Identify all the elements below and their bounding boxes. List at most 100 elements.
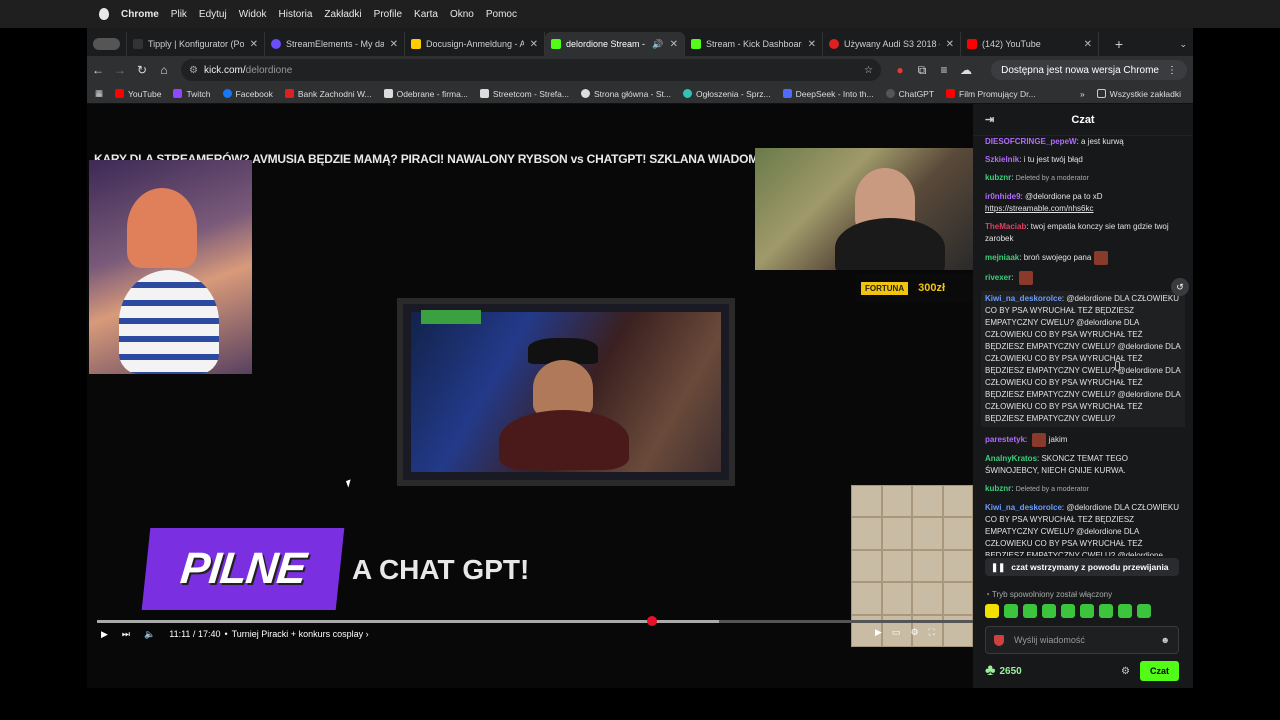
video-player[interactable]: KARY DLA STREAMERÓW? AVMUSIA BĘDZIE MAMĄ… (87, 104, 973, 688)
menu-karta[interactable]: Karta (414, 9, 438, 20)
emote-icon[interactable] (1018, 271, 1033, 285)
apps-grid-icon[interactable]: ▦ (95, 88, 103, 99)
extensions-puzzle-icon[interactable]: ⧉ (911, 63, 933, 78)
chat-username[interactable]: rivexer (985, 273, 1011, 282)
chat-username[interactable]: kubznr (985, 173, 1011, 182)
progress-bar[interactable] (97, 616, 973, 626)
bookmark-youtube[interactable]: YouTube (115, 89, 161, 99)
close-icon[interactable]: ✕ (808, 39, 816, 50)
profile-icon[interactable]: ☁ (955, 63, 977, 77)
extension-icon[interactable]: ● (889, 63, 911, 77)
volume-icon[interactable]: 🔈 (144, 629, 155, 640)
bookmark-bank[interactable]: Bank Zachodni W... (284, 89, 372, 99)
menu-widok[interactable]: Widok (239, 9, 267, 20)
emote-icon[interactable] (1137, 604, 1151, 618)
reload-icon[interactable]: ↻ (131, 63, 153, 77)
chat-username[interactable]: mejniaak (985, 253, 1019, 262)
media-control-icon[interactable]: ≡ (933, 63, 955, 77)
speaker-icon[interactable]: 🔊 (652, 39, 663, 50)
fullscreen-icon[interactable]: ⛶ (929, 627, 935, 638)
bookmark-deepseek[interactable]: DeepSeek - Into th... (782, 89, 874, 99)
tab-streamelements[interactable]: StreamElements - My das...✕ (265, 32, 405, 56)
menu-plik[interactable]: Plik (171, 9, 187, 20)
tab-search-icon[interactable]: ⌄ (1173, 32, 1193, 56)
close-icon[interactable]: ✕ (670, 39, 678, 50)
chat-messages[interactable]: DIESOFCRINGE_pepeW: a jest kurwą Szkieln… (973, 136, 1193, 556)
bookmark-film[interactable]: Film Promujący Dr... (946, 89, 1036, 99)
chat-username[interactable]: DIESOFCRINGE_pepeW (985, 137, 1077, 146)
chat-username[interactable]: Kiwi_na_deskorolce (985, 503, 1062, 512)
send-chat-button[interactable]: Czat (1139, 661, 1179, 681)
play-icon[interactable]: ▶ (101, 629, 108, 640)
menu-historia[interactable]: Historia (279, 9, 313, 20)
bookmark-chatgpt[interactable]: ChatGPT (885, 89, 934, 99)
update-chrome-button[interactable]: Dostępna jest nowa wersja Chrome ⋮ (991, 60, 1187, 80)
back-icon[interactable]: ← (87, 63, 109, 77)
chat-link[interactable]: https://streamable.com/nhs6kc (985, 204, 1094, 213)
bookmark-ogloszenia[interactable]: Ogłoszenia - Sprz... (683, 89, 771, 99)
next-icon[interactable]: ⏭ (122, 629, 130, 640)
chat-username[interactable]: AnalnyKratos (985, 454, 1037, 463)
tab-kick-dashboard[interactable]: Stream - Kick Dashboard ✕ (685, 32, 823, 56)
collapse-chat-icon[interactable]: ⇥ (985, 113, 994, 126)
tab-audi[interactable]: Używany Audi S3 2018 -... ✕ (823, 32, 961, 56)
bookmarks-overflow-icon[interactable]: » (1080, 89, 1085, 99)
apple-icon[interactable] (99, 8, 109, 20)
emote-icon[interactable] (1080, 604, 1094, 618)
chat-input[interactable]: Wyślij wiadomość ☻ (985, 626, 1179, 654)
bookmark-twitch[interactable]: Twitch (173, 89, 211, 99)
site-info-icon[interactable]: ⚙ (189, 65, 198, 76)
menu-okno[interactable]: Okno (450, 9, 474, 20)
all-bookmarks-folder[interactable]: Wszystkie zakładki (1096, 89, 1181, 99)
bookmark-odebrane[interactable]: Odebrane - firma... (383, 89, 468, 99)
scroll-reply-icon[interactable]: ↺ (1171, 278, 1189, 296)
emote-icon[interactable] (1061, 604, 1075, 618)
bookmark-star-icon[interactable]: ☆ (864, 65, 873, 76)
bookmark-streetcom[interactable]: Streetcom - Strefa... (479, 89, 569, 99)
chat-username[interactable]: kubznr (985, 484, 1011, 493)
chat-username[interactable]: Kiwi_na_deskorolce (985, 294, 1062, 303)
emote-icon[interactable] (1094, 251, 1109, 265)
chat-paused-banner[interactable]: ❚❚ czat wstrzymany z powodu przewijania (985, 558, 1179, 576)
chat-username[interactable]: TheMaciab (985, 222, 1026, 231)
chapter-label[interactable]: Turniej Piracki + konkurs cosplay › (232, 629, 369, 639)
menu-edytuj[interactable]: Edytuj (199, 9, 227, 20)
menu-zakladki[interactable]: Zakładki (324, 9, 361, 20)
close-icon[interactable]: ✕ (946, 39, 954, 50)
close-icon[interactable]: ✕ (530, 39, 538, 50)
emote-icon[interactable] (1118, 604, 1132, 618)
progress-knob[interactable] (646, 616, 657, 626)
emote-icon[interactable] (1042, 604, 1056, 618)
new-tab-button[interactable]: + (1099, 32, 1139, 56)
tab-delordione-stream[interactable]: delordione Stream - ... 🔊 ✕ (545, 32, 685, 56)
menu-app-name[interactable]: Chrome (121, 9, 159, 20)
emote-icon[interactable] (1099, 604, 1113, 618)
channel-points[interactable]: 2650 (1000, 666, 1022, 677)
emote-icon[interactable] (1023, 604, 1037, 618)
tab-group-button[interactable] (87, 32, 127, 56)
more-menu-icon[interactable]: ⋮ (1167, 65, 1177, 76)
bookmark-facebook[interactable]: Facebook (222, 89, 273, 99)
emoji-picker-icon[interactable]: ☻ (1161, 635, 1170, 645)
emote-icon[interactable] (1032, 433, 1047, 447)
chat-username[interactable]: ir0nhide9 (985, 192, 1021, 201)
close-icon[interactable]: ✕ (1084, 39, 1092, 50)
play-icon[interactable]: ▶ (875, 627, 882, 638)
address-bar[interactable]: ⚙ kick.com/delordione ☆ (181, 59, 881, 81)
bookmark-strona-glowna[interactable]: Strona główna - St... (580, 89, 671, 99)
close-icon[interactable]: ✕ (250, 39, 258, 50)
forward-icon[interactable]: → (109, 63, 131, 77)
home-icon[interactable]: ⌂ (153, 63, 175, 77)
close-icon[interactable]: ✕ (390, 39, 398, 50)
tab-youtube[interactable]: (142) YouTube ✕ (961, 32, 1099, 56)
tab-docusign[interactable]: Docusign-Anmeldung - A... ✕ (405, 32, 545, 56)
tab-tipply[interactable]: Tipply | Konfigurator (Po... ✕ (127, 32, 265, 56)
emote-icon[interactable] (985, 604, 999, 618)
chat-settings-icon[interactable]: ⚙ (1121, 666, 1130, 677)
settings-icon[interactable]: ⚙ (910, 627, 918, 638)
menu-profile[interactable]: Profile (374, 9, 402, 20)
menu-pomoc[interactable]: Pomoc (486, 9, 517, 20)
chat-username[interactable]: parestetyk (985, 435, 1025, 444)
emote-icon[interactable] (1004, 604, 1018, 618)
chat-username[interactable]: Szkielnik (985, 155, 1019, 164)
